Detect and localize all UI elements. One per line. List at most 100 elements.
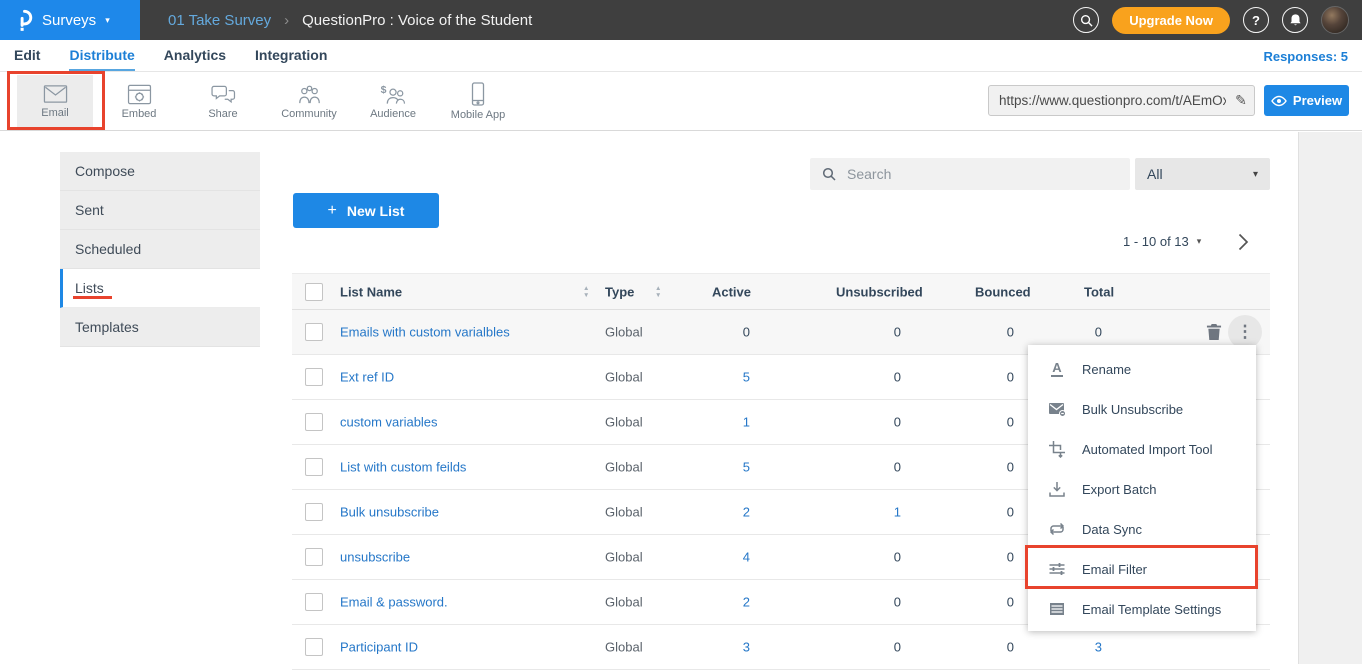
list-type: Global: [605, 640, 643, 655]
sort-type-icon[interactable]: ▲▼: [655, 284, 661, 298]
unsubscribed-count[interactable]: 0: [814, 460, 901, 475]
user-avatar[interactable]: [1321, 6, 1349, 34]
row-menu-button[interactable]: ⋮: [1228, 315, 1262, 349]
pagination-next-button[interactable]: [1238, 233, 1249, 256]
sort-list-name-icon[interactable]: ▲▼: [583, 284, 589, 298]
app-logo-block[interactable]: Surveys ▾: [0, 0, 140, 40]
row-checkbox[interactable]: [305, 548, 323, 566]
row-checkbox[interactable]: [305, 368, 323, 386]
unsubscribed-count[interactable]: 0: [814, 550, 901, 565]
menu-item-rename[interactable]: A Rename: [1028, 349, 1256, 389]
sidebar-item-lists[interactable]: Lists: [60, 269, 260, 308]
tab-analytics[interactable]: Analytics: [164, 40, 226, 71]
row-checkbox[interactable]: [305, 323, 323, 341]
edit-url-icon[interactable]: ✎: [1228, 92, 1254, 109]
export-batch-icon: [1048, 480, 1066, 498]
sidebar-item-templates[interactable]: Templates: [60, 308, 260, 347]
menu-item-bulk-unsubscribe[interactable]: Bulk Unsubscribe: [1028, 389, 1256, 429]
list-name-link[interactable]: Participant ID: [340, 640, 418, 655]
menu-item-email-filter[interactable]: Email Filter: [1028, 549, 1256, 589]
tab-distribute[interactable]: Distribute: [69, 40, 134, 71]
menu-item-email-template-settings[interactable]: Email Template Settings: [1028, 589, 1256, 629]
table-row: Participant ID Global 3 0 0 3: [292, 625, 1270, 670]
unsubscribed-count[interactable]: 0: [814, 325, 901, 340]
bounced-count[interactable]: 0: [942, 595, 1014, 610]
unsubscribed-count[interactable]: 0: [814, 415, 901, 430]
bounced-count[interactable]: 0: [942, 325, 1014, 340]
breadcrumb-survey-link[interactable]: 01 Take Survey: [168, 12, 271, 29]
new-list-button[interactable]: + New List: [293, 193, 439, 228]
upgrade-now-button[interactable]: Upgrade Now: [1112, 7, 1230, 34]
list-type: Global: [605, 325, 643, 340]
tab-integration[interactable]: Integration: [255, 40, 327, 71]
bulk-unsubscribe-icon: [1048, 400, 1066, 418]
bounced-count[interactable]: 0: [942, 505, 1014, 520]
row-checkbox[interactable]: [305, 458, 323, 476]
list-name-link[interactable]: custom variables: [340, 415, 438, 430]
list-filter-dropdown[interactable]: All ▾: [1135, 158, 1270, 190]
tab-edit[interactable]: Edit: [14, 40, 40, 71]
menu-item-automated-import-tool[interactable]: Automated Import Tool: [1028, 429, 1256, 469]
active-count[interactable]: 5: [662, 460, 750, 475]
list-name-link[interactable]: List with custom feilds: [340, 460, 466, 475]
bounced-count[interactable]: 0: [942, 460, 1014, 475]
active-count[interactable]: 3: [662, 640, 750, 655]
active-count[interactable]: 4: [662, 550, 750, 565]
sidebar-item-sent[interactable]: Sent: [60, 191, 260, 230]
automated-import-icon: [1048, 440, 1066, 458]
delete-list-button[interactable]: [1206, 323, 1222, 341]
row-checkbox[interactable]: [305, 503, 323, 521]
unsubscribed-count[interactable]: 0: [814, 370, 901, 385]
unsubscribed-count[interactable]: 0: [814, 640, 901, 655]
list-name-link[interactable]: Emails with custom varialbles: [340, 325, 510, 340]
channel-community[interactable]: Community: [271, 75, 347, 128]
search-input[interactable]: [845, 165, 1130, 183]
pagination-range-dropdown[interactable]: 1 - 10 of 13 ▾: [1123, 234, 1201, 249]
help-button[interactable]: ?: [1243, 7, 1269, 33]
unsubscribed-count[interactable]: 0: [814, 595, 901, 610]
row-checkbox[interactable]: [305, 593, 323, 611]
active-count[interactable]: 5: [662, 370, 750, 385]
top-header: Surveys ▾ 01 Take Survey › QuestionPro :…: [0, 0, 1362, 40]
bounced-count[interactable]: 0: [942, 415, 1014, 430]
rename-icon: A: [1048, 360, 1066, 378]
bounced-count[interactable]: 0: [942, 550, 1014, 565]
channel-email[interactable]: Email: [17, 75, 93, 128]
menu-item-data-sync[interactable]: Data Sync: [1028, 509, 1256, 549]
preview-button[interactable]: Preview: [1264, 85, 1349, 116]
total-count[interactable]: 0: [1032, 325, 1102, 340]
sidebar-item-scheduled[interactable]: Scheduled: [60, 230, 260, 269]
list-name-link[interactable]: Bulk unsubscribe: [340, 505, 439, 520]
notifications-button[interactable]: [1282, 7, 1308, 33]
global-search-button[interactable]: [1073, 7, 1099, 33]
header-unsubscribed: Unsubscribed: [836, 284, 923, 299]
active-count[interactable]: 0: [662, 325, 750, 340]
channel-share[interactable]: Share: [185, 75, 261, 128]
breadcrumb-survey-title: QuestionPro : Voice of the Student: [302, 12, 532, 29]
active-count[interactable]: 2: [662, 595, 750, 610]
list-row-context-menu: A Rename Bulk Unsubscribe Automated Impo…: [1028, 345, 1256, 631]
list-name-link[interactable]: Ext ref ID: [340, 370, 394, 385]
row-checkbox[interactable]: [305, 638, 323, 656]
active-count[interactable]: 1: [662, 415, 750, 430]
channel-mobile-app[interactable]: Mobile App: [440, 75, 516, 128]
active-count[interactable]: 2: [662, 505, 750, 520]
row-checkbox[interactable]: [305, 413, 323, 431]
select-all-checkbox[interactable]: [305, 283, 323, 301]
list-name-link[interactable]: Email & password.: [340, 595, 448, 610]
sidebar-item-compose[interactable]: Compose: [60, 152, 260, 191]
bounced-count[interactable]: 0: [942, 640, 1014, 655]
unsubscribed-count[interactable]: 1: [814, 505, 901, 520]
table-header-row: List Name ▲▼ Type ▲▼ Active Unsubscribed…: [292, 273, 1270, 310]
bounced-count[interactable]: 0: [942, 370, 1014, 385]
survey-url-input[interactable]: [989, 93, 1228, 108]
list-name-link[interactable]: unsubscribe: [340, 550, 410, 565]
plus-icon: +: [328, 202, 337, 220]
responses-count-link[interactable]: Responses: 5: [1263, 40, 1348, 72]
channel-audience[interactable]: $ Audience: [355, 75, 431, 128]
menu-item-export-batch[interactable]: Export Batch: [1028, 469, 1256, 509]
channel-embed[interactable]: Embed: [101, 75, 177, 128]
survey-tabbar: Edit Distribute Analytics Integration: [0, 40, 1362, 72]
total-count[interactable]: 3: [1032, 640, 1102, 655]
chevron-down-icon: ▾: [1253, 169, 1258, 180]
